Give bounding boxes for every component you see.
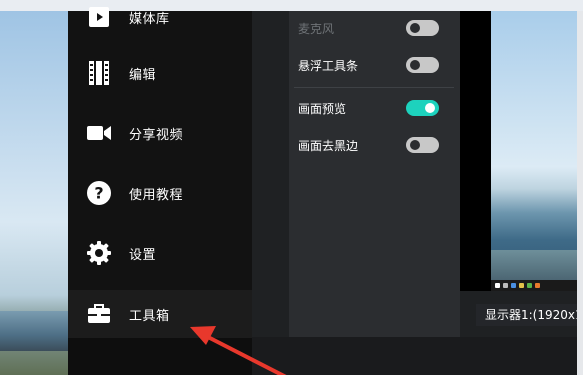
- floating-toolbar-toggle[interactable]: [406, 57, 439, 73]
- sidebar-item-label: 工具箱: [129, 308, 170, 324]
- settings-divider: [294, 87, 454, 88]
- microphone-label: 麦克风: [298, 22, 335, 36]
- taskbar-app-icon: [535, 283, 540, 288]
- help-icon: ?: [86, 180, 112, 206]
- svg-text:?: ?: [94, 184, 103, 203]
- sidebar-item-label: 编辑: [129, 67, 157, 83]
- remove-black-border-toggle[interactable]: [406, 137, 439, 153]
- taskbar-app-icon: [503, 283, 508, 288]
- video-camera-icon: [86, 120, 112, 146]
- sidebar-item-media-library[interactable]: 媒体库: [68, 0, 252, 41]
- toggle-knob: [410, 23, 420, 33]
- taskbar-app-icon: [511, 283, 516, 288]
- screen-preview-label: 画面预览: [298, 102, 347, 116]
- taskbar-app-icon: [519, 283, 524, 288]
- desktop-wallpaper: [0, 11, 68, 375]
- toggle-knob: [410, 140, 420, 150]
- preview-black-border: [460, 11, 491, 291]
- window-right-edge: [577, 11, 583, 375]
- film-edit-icon: [86, 60, 112, 86]
- sidebar-item-toolbox[interactable]: 工具箱: [68, 290, 252, 338]
- preview-taskbar: [491, 280, 577, 291]
- sidebar-item-edit[interactable]: 编辑: [68, 49, 252, 97]
- screen-preview-toggle[interactable]: [406, 100, 439, 116]
- wallpaper-sea: [0, 311, 68, 351]
- toolbox-icon: [86, 301, 112, 327]
- taskbar-app-icon: [527, 283, 532, 288]
- display-selector[interactable]: 显示器1:(1920x1: [476, 304, 577, 326]
- sidebar-item-label: 分享视频: [129, 127, 184, 143]
- sidebar-item-settings[interactable]: 设置: [68, 229, 252, 277]
- sidebar-item-label: 媒体库: [129, 11, 170, 27]
- media-library-icon: [86, 4, 112, 30]
- sidebar-item-tutorial[interactable]: ? 使用教程: [68, 169, 252, 217]
- preview-beach: [491, 250, 577, 280]
- sidebar-item-label: 使用教程: [129, 187, 184, 203]
- toggle-knob: [410, 60, 420, 70]
- sidebar-item-label: 设置: [129, 247, 157, 263]
- remove-black-border-label: 画面去黑边: [298, 139, 359, 153]
- windows-start-icon: [495, 283, 500, 288]
- sidebar-item-share-video[interactable]: 分享视频: [68, 109, 252, 157]
- sidebar-footer: [68, 337, 252, 375]
- bottom-bar: [252, 337, 577, 375]
- microphone-toggle[interactable]: [406, 20, 439, 36]
- gear-icon: [86, 240, 112, 266]
- floating-toolbar-label: 悬浮工具条: [298, 59, 359, 73]
- screen-preview-image: [491, 11, 577, 280]
- toggle-knob: [425, 103, 435, 113]
